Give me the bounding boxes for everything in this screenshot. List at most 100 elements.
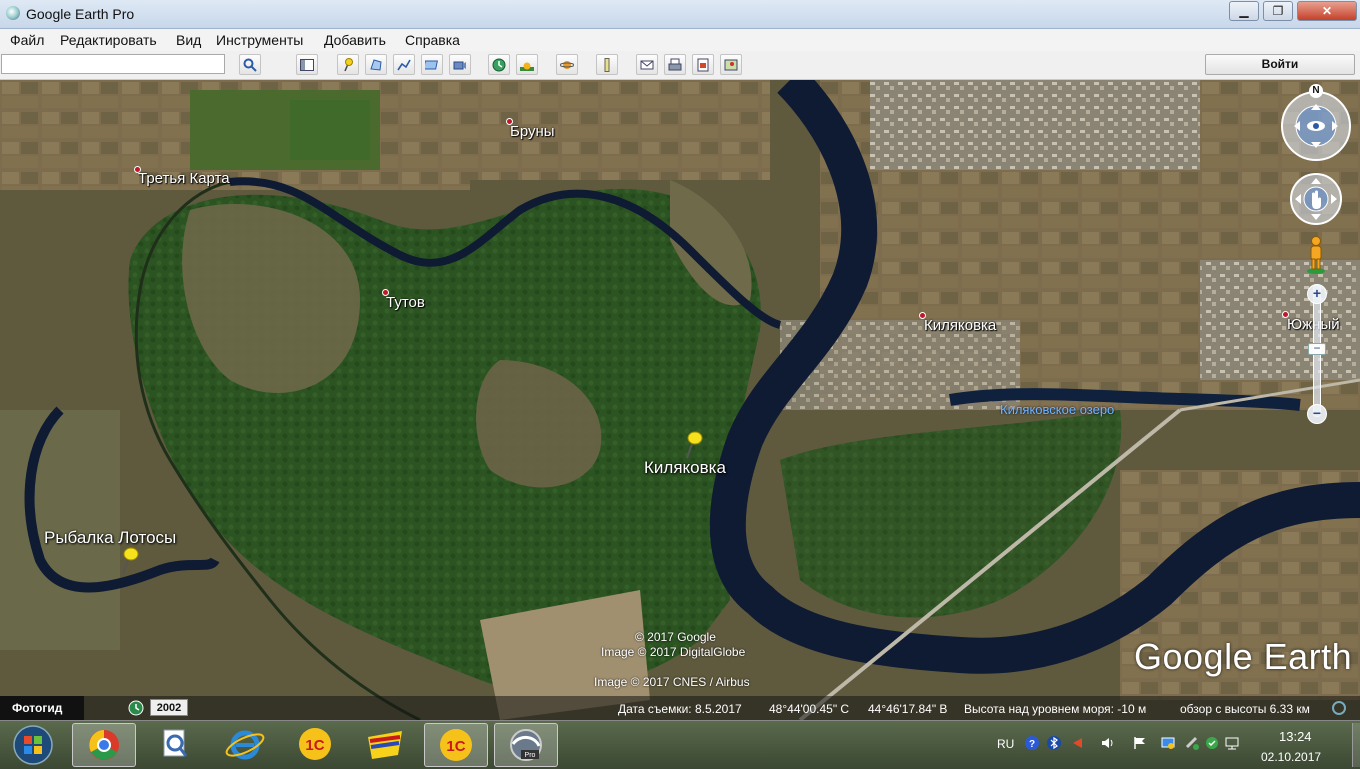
- red-arrow-icon[interactable]: [1070, 735, 1086, 751]
- ruler-button[interactable]: [596, 54, 618, 75]
- search-icon: [243, 58, 257, 72]
- tour-guide-tab[interactable]: Фотогид: [0, 696, 84, 720]
- network-monitor-icon[interactable]: [1224, 735, 1240, 751]
- imagery-date: Дата съемки: 8.5.2017: [618, 702, 742, 716]
- google-earth-logo: Google Earth: [1134, 636, 1353, 677]
- menu-add[interactable]: Добавить: [324, 32, 386, 48]
- zoom-out-button[interactable]: −: [1307, 404, 1327, 424]
- map-icon: [724, 59, 738, 71]
- login-button[interactable]: Войти: [1205, 54, 1355, 75]
- search-input[interactable]: [1, 54, 225, 74]
- image-overlay-icon: [423, 60, 438, 70]
- chrome-icon: [89, 730, 119, 760]
- record-tour-button[interactable]: [449, 54, 471, 75]
- historical-clock-icon[interactable]: [128, 700, 144, 716]
- search-button[interactable]: [239, 54, 261, 75]
- maximize-button[interactable]: ❐: [1263, 1, 1293, 21]
- add-path-button[interactable]: [393, 54, 415, 75]
- view-in-maps-button[interactable]: [720, 54, 742, 75]
- add-image-overlay-button[interactable]: [421, 54, 443, 75]
- street-view-pegman-icon[interactable]: [1304, 235, 1328, 275]
- elevation-readout: Высота над уровнем моря: -10 м: [964, 702, 1147, 716]
- zoom-slider-handle[interactable]: −: [1308, 342, 1326, 355]
- eye-altitude-readout: обзор с высоты 6.33 км: [1180, 702, 1310, 716]
- menu-view[interactable]: Вид: [176, 32, 201, 48]
- place-label-kilyakovka[interactable]: Киляковка: [924, 317, 996, 334]
- taskbar-internet-explorer[interactable]: [214, 723, 278, 767]
- planets-button[interactable]: [556, 54, 578, 75]
- sidebar-icon: [300, 59, 314, 71]
- internet-explorer-icon: [225, 730, 265, 760]
- copyright-cnes: Image © 2017 CNES / Airbus: [594, 675, 750, 689]
- print-button[interactable]: [664, 54, 686, 75]
- 1c-icon: 1С: [440, 729, 472, 761]
- move-joystick[interactable]: [1289, 172, 1343, 226]
- place-label-tutov[interactable]: Тутов: [386, 294, 425, 311]
- network-app-icon[interactable]: [1160, 735, 1176, 751]
- placemark-label-rybalka[interactable]: Рыбалка Лотосы: [44, 528, 176, 548]
- menu-tools[interactable]: Инструменты: [216, 32, 303, 48]
- sun-icon: [520, 62, 534, 71]
- start-button[interactable]: [10, 725, 56, 765]
- historical-imagery-button[interactable]: [488, 54, 510, 75]
- add-placemark-button[interactable]: [337, 54, 359, 75]
- taskbar-1c-a[interactable]: 1С: [284, 723, 348, 767]
- placemark-label-kilyakovka[interactable]: Киляковка: [644, 458, 726, 478]
- historical-year-box[interactable]: 2002: [150, 699, 188, 716]
- window-title: Google Earth Pro: [26, 6, 135, 22]
- minimize-button[interactable]: ▁: [1229, 1, 1259, 21]
- save-image-button[interactable]: [692, 54, 714, 75]
- volume-icon[interactable]: [1100, 735, 1116, 751]
- menu-help[interactable]: Справка: [405, 32, 460, 48]
- menu-file[interactable]: Файл: [10, 32, 44, 48]
- close-button[interactable]: ✕: [1297, 1, 1357, 21]
- copyright-google: © 2017 Google: [635, 630, 716, 644]
- sunlight-button[interactable]: [516, 54, 538, 75]
- pushpin-icon[interactable]: [119, 546, 141, 576]
- wifi-check-icon[interactable]: [1204, 735, 1220, 751]
- 1c-icon: 1С: [299, 728, 331, 760]
- usb-device-icon[interactable]: [1184, 735, 1200, 751]
- action-center-flag-icon[interactable]: [1132, 735, 1148, 751]
- menu-bar: Файл Редактировать Вид Инструменты Добав…: [0, 29, 1360, 51]
- lake-label-kilyakovskoe[interactable]: Киляковское озеро: [1000, 402, 1114, 417]
- menu-edit[interactable]: Редактировать: [60, 32, 157, 48]
- envelope-icon: [640, 60, 654, 70]
- toolbar: Войти: [0, 51, 1360, 80]
- place-label-tretya-karta[interactable]: Третья Карта: [138, 170, 230, 187]
- pushpin-icon[interactable]: [683, 430, 705, 460]
- camera-icon: [453, 61, 466, 70]
- svg-text:1С: 1С: [446, 738, 465, 755]
- language-indicator[interactable]: RU: [997, 737, 1014, 751]
- google-earth-app-icon: [6, 6, 20, 20]
- title-bar: Google Earth Pro ▁ ❐ ✕: [0, 0, 1360, 29]
- help-icon[interactable]: ?: [1024, 735, 1040, 751]
- clock-time[interactable]: 13:24: [1279, 729, 1312, 744]
- copyright-digitalglobe: Image © 2017 DigitalGlobe: [601, 645, 746, 659]
- earth-3d-view[interactable]: Бруны Третья Карта Тутов Киляковка Южный…: [0, 80, 1360, 720]
- windows-taskbar: 1С 1С Pro RU ? 13:24 02.10.2017: [0, 720, 1360, 769]
- taskbar-1c-b[interactable]: 1С: [424, 723, 488, 767]
- longitude-readout: 44°46'17.84" В: [868, 702, 948, 716]
- north-indicator[interactable]: N: [1309, 84, 1323, 98]
- polygon-icon: [370, 59, 382, 71]
- zoom-in-button[interactable]: +: [1307, 284, 1327, 304]
- taskbar-chrome[interactable]: [72, 723, 136, 767]
- taskbar-search[interactable]: [144, 723, 208, 767]
- bluetooth-icon[interactable]: [1046, 735, 1062, 751]
- show-desktop-button[interactable]: [1352, 723, 1360, 767]
- place-label-bruny[interactable]: Бруны: [510, 123, 555, 140]
- path-icon: [397, 59, 411, 71]
- magnifier-document-icon: [163, 729, 188, 757]
- save-image-icon: [697, 58, 709, 72]
- svg-text:Pro: Pro: [525, 752, 536, 759]
- add-polygon-button[interactable]: [365, 54, 387, 75]
- email-button[interactable]: [636, 54, 658, 75]
- placemark-icon: [344, 58, 353, 72]
- printer-icon: [668, 58, 682, 71]
- taskbar-app-ribbon[interactable]: [354, 723, 418, 767]
- taskbar-google-earth[interactable]: Pro: [494, 723, 558, 767]
- sidebar-toggle-button[interactable]: [296, 54, 318, 75]
- clock-date[interactable]: 02.10.2017: [1261, 750, 1321, 764]
- latitude-readout: 48°44'00.45" С: [769, 702, 850, 716]
